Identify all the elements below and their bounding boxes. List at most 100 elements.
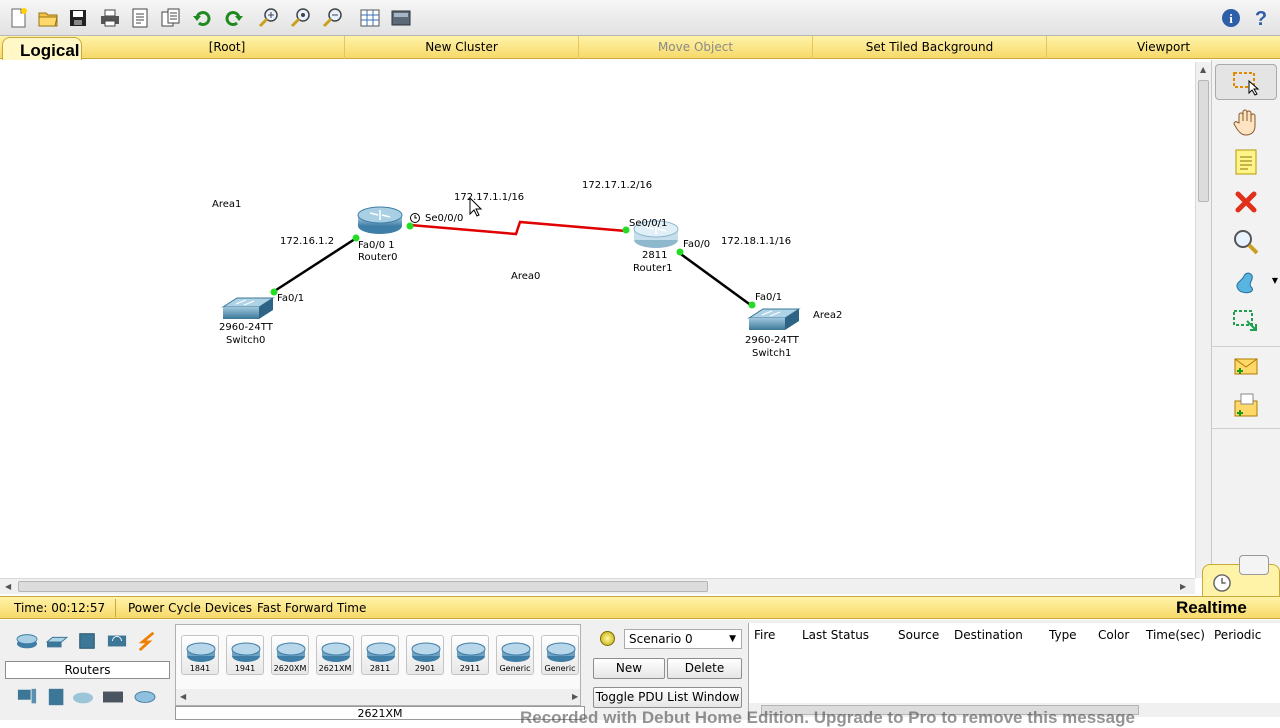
device-selection-panel: Routers 1841 1941 2620XM 2621XM 2811 2901 2911… [0, 620, 1280, 720]
router-model-icon [411, 642, 441, 662]
new-scenario-button[interactable]: New [593, 658, 665, 679]
column-header-source[interactable]: Source [898, 628, 939, 642]
connections-category-icon[interactable] [134, 630, 160, 652]
new-file-icon[interactable] [5, 5, 31, 31]
dce-clock-icon [410, 213, 420, 223]
router-model-button[interactable]: 2621XM [316, 635, 354, 675]
select-tool-icon[interactable] [1215, 64, 1277, 100]
router-model-button[interactable]: 2911 [451, 635, 489, 675]
root-button[interactable]: [Root] [110, 36, 344, 59]
router-model-button[interactable]: 2620XM [271, 635, 309, 675]
place-note-tool-icon[interactable] [1226, 144, 1266, 180]
canvas-vertical-scrollbar[interactable]: ▲ [1195, 62, 1211, 578]
router-model-icon [366, 642, 396, 662]
ip-label-router0-lan: 172.16.1.2 [280, 236, 334, 247]
zoom-reset-icon[interactable] [288, 5, 314, 31]
redo-icon[interactable] [220, 5, 246, 31]
fast-forward-time-button[interactable]: Fast Forward Time [257, 601, 366, 615]
column-header-color[interactable]: Color [1098, 628, 1129, 642]
custom-devices-category-icon[interactable] [100, 686, 126, 708]
add-complex-pdu-icon[interactable] [1226, 388, 1266, 424]
ip-label-router1-lan: 172.18.1.1/16 [721, 236, 791, 247]
scroll-up-icon[interactable]: ▲ [1200, 65, 1206, 74]
router0-name-label: Router0 [358, 252, 398, 263]
vertical-scroll-thumb[interactable] [1198, 80, 1209, 202]
zoom-tool-icon[interactable] [1226, 224, 1266, 260]
column-header-time[interactable]: Time(sec) [1146, 628, 1205, 642]
add-simple-pdu-icon[interactable] [1226, 348, 1266, 384]
scenario-select[interactable]: Scenario 0 ▼ [624, 629, 742, 649]
column-header-periodic[interactable]: Periodic [1214, 628, 1261, 642]
print-icon[interactable] [97, 5, 123, 31]
logical-workspace-canvas[interactable]: Area1 Area0 Area2 172.16.1.2 172.17.1.1/… [0, 60, 1195, 578]
router-model-label: Generic [544, 664, 576, 673]
viewport-button[interactable]: Viewport [1046, 36, 1280, 59]
inspect-hand-tool-icon[interactable] [1226, 104, 1266, 140]
delete-scenario-button[interactable]: Delete [667, 658, 742, 679]
chevron-down-icon: ▼ [729, 634, 736, 644]
scroll-left-icon[interactable]: ◀ [5, 582, 11, 591]
router-model-label: 2811 [369, 664, 391, 673]
dropdown-arrow-icon[interactable]: ▼ [1272, 276, 1278, 285]
realtime-mode-tab[interactable] [1202, 555, 1280, 598]
tools-divider [1212, 346, 1280, 347]
scroll-left-icon[interactable]: ◀ [180, 692, 186, 701]
routers-category-icon[interactable] [14, 630, 40, 652]
svg-text:i: i [1229, 11, 1233, 26]
open-folder-icon[interactable] [35, 5, 61, 31]
simulation-mode-tab[interactable] [1239, 555, 1269, 575]
canvas-horizontal-scrollbar[interactable]: ◀ ▶ [0, 578, 1195, 594]
column-header-type[interactable]: Type [1049, 628, 1077, 642]
ethernet-link-router1-switch1[interactable] [677, 250, 753, 308]
resize-shape-tool-icon[interactable] [1226, 304, 1266, 340]
new-cluster-button[interactable]: New Cluster [344, 36, 578, 59]
move-object-button[interactable]: Move Object [578, 36, 812, 59]
hubs-category-icon[interactable] [74, 630, 100, 652]
scenario-info-icon[interactable] [600, 631, 615, 646]
router-model-button[interactable]: 2811 [361, 635, 399, 675]
end-devices-category-icon[interactable] [14, 686, 40, 708]
multiuser-category-icon[interactable] [132, 686, 158, 708]
scroll-right-icon[interactable]: ▶ [1180, 582, 1186, 591]
zoom-in-icon[interactable] [256, 5, 282, 31]
scroll-right-icon[interactable]: ▶ [572, 692, 578, 701]
link-up-dot [406, 222, 414, 230]
delete-tool-icon[interactable] [1226, 184, 1266, 220]
set-tiled-background-button[interactable]: Set Tiled Background [812, 36, 1046, 59]
svg-text:?: ? [1255, 8, 1267, 29]
column-header-last-status[interactable]: Last Status [802, 628, 869, 642]
router-model-icon [186, 642, 216, 662]
router-model-button[interactable]: 1841 [181, 635, 219, 675]
copy-icon[interactable] [158, 5, 184, 31]
activity-wizard-icon[interactable] [127, 5, 153, 31]
switches-category-icon[interactable] [44, 630, 70, 652]
save-icon[interactable] [65, 5, 91, 31]
undo-icon[interactable] [190, 5, 216, 31]
wireless-category-icon[interactable] [104, 630, 130, 652]
toggle-pdu-list-button[interactable]: Toggle PDU List Window [593, 687, 742, 708]
router-model-button[interactable]: Generic [496, 635, 534, 675]
wan-emulation-category-icon[interactable] [70, 686, 96, 708]
column-header-fire[interactable]: Fire [754, 628, 775, 642]
model-list-scrollbar[interactable]: ◀ ▶ [176, 689, 580, 705]
switch1-device-icon[interactable] [747, 308, 801, 330]
router-model-button[interactable]: Generic [541, 635, 579, 675]
custom-device-icon[interactable] [388, 5, 414, 31]
tools-divider [1212, 428, 1280, 429]
palette-icon[interactable] [357, 5, 383, 31]
router0-device-icon[interactable] [357, 206, 403, 234]
scenario-select-value: Scenario 0 [629, 632, 693, 646]
draw-shape-tool-icon[interactable]: ▼ [1226, 264, 1278, 300]
column-header-destination[interactable]: Destination [954, 628, 1023, 642]
security-category-icon[interactable] [44, 686, 70, 708]
info-icon[interactable]: i [1218, 5, 1244, 31]
router-model-button[interactable]: 1941 [226, 635, 264, 675]
zoom-out-icon[interactable] [320, 5, 346, 31]
horizontal-scroll-thumb[interactable] [18, 581, 708, 592]
power-cycle-devices-button[interactable]: Power Cycle Devices [128, 601, 252, 615]
realtime-mode-label: Realtime [1176, 598, 1247, 617]
main-toolbar: i ? [0, 0, 1280, 36]
router-model-button[interactable]: 2901 [406, 635, 444, 675]
help-icon[interactable]: ? [1248, 5, 1274, 31]
switch0-device-icon[interactable] [221, 297, 275, 319]
